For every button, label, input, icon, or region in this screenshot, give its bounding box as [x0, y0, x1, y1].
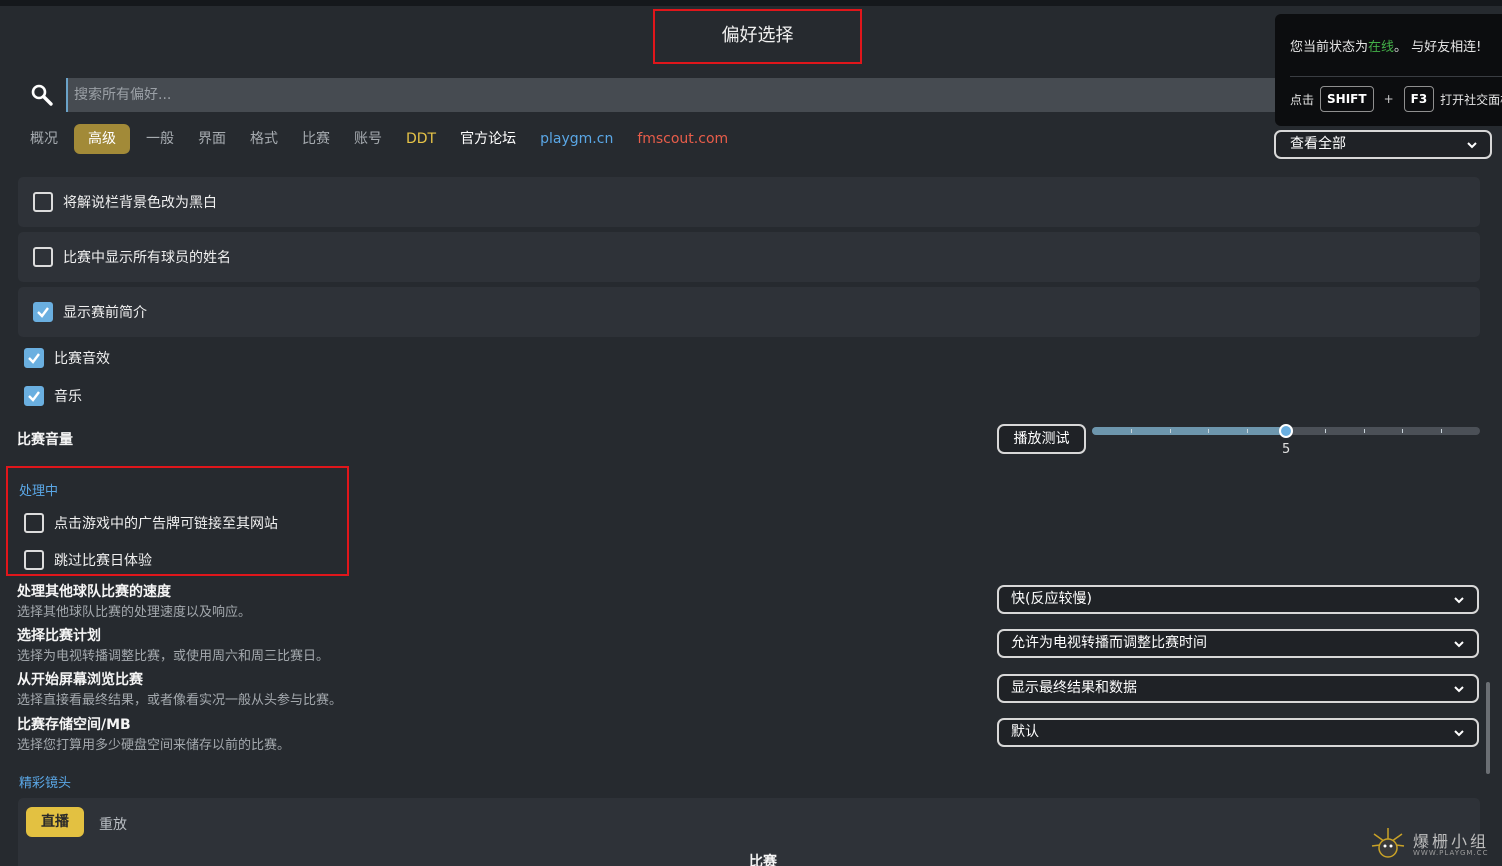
chevron-down-icon — [1467, 142, 1477, 149]
status-message: 您当前状态为在线。 与好友相连! — [1290, 36, 1481, 55]
volume-slider-tick — [1364, 429, 1365, 433]
view-all-value: 查看全部 — [1290, 136, 1346, 152]
volume-value: 5 — [1282, 442, 1291, 457]
tab-interface[interactable]: 界面 — [186, 124, 238, 154]
processing-section-title: 处理中 — [19, 484, 59, 499]
select-storage[interactable]: 默认 — [997, 718, 1479, 747]
checkbox-skip-matchday[interactable] — [24, 550, 44, 570]
watermark-mascot-icon — [1371, 828, 1405, 858]
volume-slider-tick — [1208, 429, 1209, 433]
volume-slider-tick — [1131, 429, 1132, 433]
tab-general[interactable]: 一般 — [134, 124, 186, 154]
option-row-pre-match-intro — [18, 287, 1480, 337]
checkbox-match-sfx[interactable] — [24, 348, 44, 368]
checkbox-pre-match-intro[interactable] — [33, 302, 53, 322]
page-title: 偏好选择 — [653, 9, 862, 64]
link-playgm[interactable]: playgm.cn — [528, 124, 625, 154]
match-label: 比赛 — [749, 854, 777, 866]
plus-sign: + — [1383, 92, 1394, 106]
notification-divider — [1290, 76, 1502, 77]
volume-slider-tick — [1170, 429, 1171, 433]
scrollbar[interactable] — [1486, 682, 1490, 774]
select-storage-value: 默认 — [1011, 724, 1039, 740]
setting-title-browse-matches: 从开始屏幕浏览比赛 — [17, 672, 143, 688]
tab-overview[interactable]: 概况 — [18, 124, 70, 154]
hint-prefix: 点击 — [1290, 92, 1315, 107]
f3-key: F3 — [1403, 86, 1435, 112]
tab-bar: 概况 高级 一般 界面 格式 比赛 账号 DDT 官方论坛 playgm.cn … — [18, 124, 740, 154]
label-bw-commentary: 将解说栏背景色改为黑白 — [63, 195, 217, 211]
status-online: 在线 — [1368, 40, 1395, 55]
select-schedule-value: 允许为电视转播而调整比赛时间 — [1011, 635, 1207, 651]
label-all-player-names: 比赛中显示所有球员的姓名 — [63, 250, 231, 266]
setting-title-storage: 比赛存储空间/MB — [17, 717, 131, 733]
view-all-dropdown[interactable]: 查看全部 — [1274, 130, 1492, 159]
setting-desc-storage: 选择您打算用多少硬盘空间来储存以前的比赛。 — [17, 738, 291, 753]
volume-slider-tick — [1402, 429, 1403, 433]
option-row-all-player-names — [18, 232, 1480, 282]
social-notification: 您当前状态为在线。 与好友相连! 点击 SHIFT + F3 打开社交面板 — [1275, 14, 1502, 126]
status-prefix: 您当前状态为 — [1290, 40, 1369, 55]
label-pre-match-intro: 显示赛前简介 — [63, 305, 147, 321]
tab-match[interactable]: 比赛 — [290, 124, 342, 154]
search-icon — [31, 84, 53, 106]
checkmark-icon — [28, 391, 40, 402]
watermark-subtext: WWW.PLAYGM.CC — [1413, 849, 1489, 857]
shift-key: SHIFT — [1320, 86, 1374, 112]
search-input[interactable] — [66, 78, 1286, 112]
label-music: 音乐 — [54, 389, 82, 405]
checkbox-all-player-names[interactable] — [33, 247, 53, 267]
volume-label: 比赛音量 — [17, 432, 73, 448]
shortcut-hint: 点击 SHIFT + F3 打开社交面板 — [1290, 86, 1502, 112]
tab-advanced[interactable]: 高级 — [74, 124, 130, 154]
tab-account[interactable]: 账号 — [342, 124, 394, 154]
select-browse-matches-value: 显示最终结果和数据 — [1011, 680, 1137, 696]
checkmark-icon — [28, 353, 40, 364]
select-other-speed[interactable]: 快(反应较慢) — [997, 585, 1479, 614]
label-skip-matchday: 跳过比赛日体验 — [54, 553, 152, 569]
checkmark-icon — [37, 307, 49, 318]
volume-slider-fill — [1092, 427, 1286, 435]
page-title-text: 偏好选择 — [721, 25, 794, 46]
volume-slider-tick — [1441, 429, 1442, 433]
chevron-down-icon — [1454, 641, 1464, 648]
play-test-button[interactable]: 播放测试 — [997, 424, 1086, 454]
hint-suffix: 打开社交面板 — [1440, 92, 1502, 107]
tab-ddt[interactable]: DDT — [394, 124, 448, 154]
status-suffix: 。 与好友相连! — [1394, 40, 1482, 55]
volume-slider-tick — [1247, 429, 1248, 433]
setting-desc-other-speed: 选择其他球队比赛的处理速度以及响应。 — [17, 605, 252, 620]
setting-title-other-speed: 处理其他球队比赛的速度 — [17, 584, 171, 600]
live-button[interactable]: 直播 — [26, 807, 84, 837]
replay-button[interactable]: 重放 — [99, 814, 127, 834]
label-ad-links: 点击游戏中的广告牌可链接至其网站 — [54, 516, 278, 532]
tab-format[interactable]: 格式 — [238, 124, 290, 154]
setting-desc-schedule: 选择为电视转播调整比赛，或使用周六和周三比赛日。 — [17, 649, 330, 664]
window-top-strip — [0, 0, 1502, 6]
chevron-down-icon — [1454, 730, 1464, 737]
select-other-speed-value: 快(反应较慢) — [1011, 591, 1092, 607]
chevron-down-icon — [1454, 686, 1464, 693]
highlights-section-title: 精彩镜头 — [19, 776, 72, 791]
checkbox-bw-commentary[interactable] — [33, 192, 53, 212]
volume-slider[interactable] — [1092, 424, 1480, 438]
tab-official-forum[interactable]: 官方论坛 — [448, 124, 528, 154]
setting-title-schedule: 选择比赛计划 — [17, 628, 101, 644]
select-browse-matches[interactable]: 显示最终结果和数据 — [997, 674, 1479, 703]
option-row-bw-commentary — [18, 177, 1480, 227]
watermark-logo: 爆栅小组 WWW.PLAYGM.CC — [1368, 824, 1502, 864]
checkbox-music[interactable] — [24, 386, 44, 406]
setting-desc-browse-matches: 选择直接看最终结果，或者像看实况一般从头参与比赛。 — [17, 693, 343, 708]
link-fmscout[interactable]: fmscout.com — [625, 124, 740, 154]
label-match-sfx: 比赛音效 — [54, 351, 110, 367]
chevron-down-icon — [1454, 597, 1464, 604]
volume-slider-tick — [1325, 429, 1326, 433]
checkbox-ad-links[interactable] — [24, 513, 44, 533]
volume-slider-handle[interactable] — [1279, 424, 1293, 438]
select-schedule[interactable]: 允许为电视转播而调整比赛时间 — [997, 629, 1479, 658]
